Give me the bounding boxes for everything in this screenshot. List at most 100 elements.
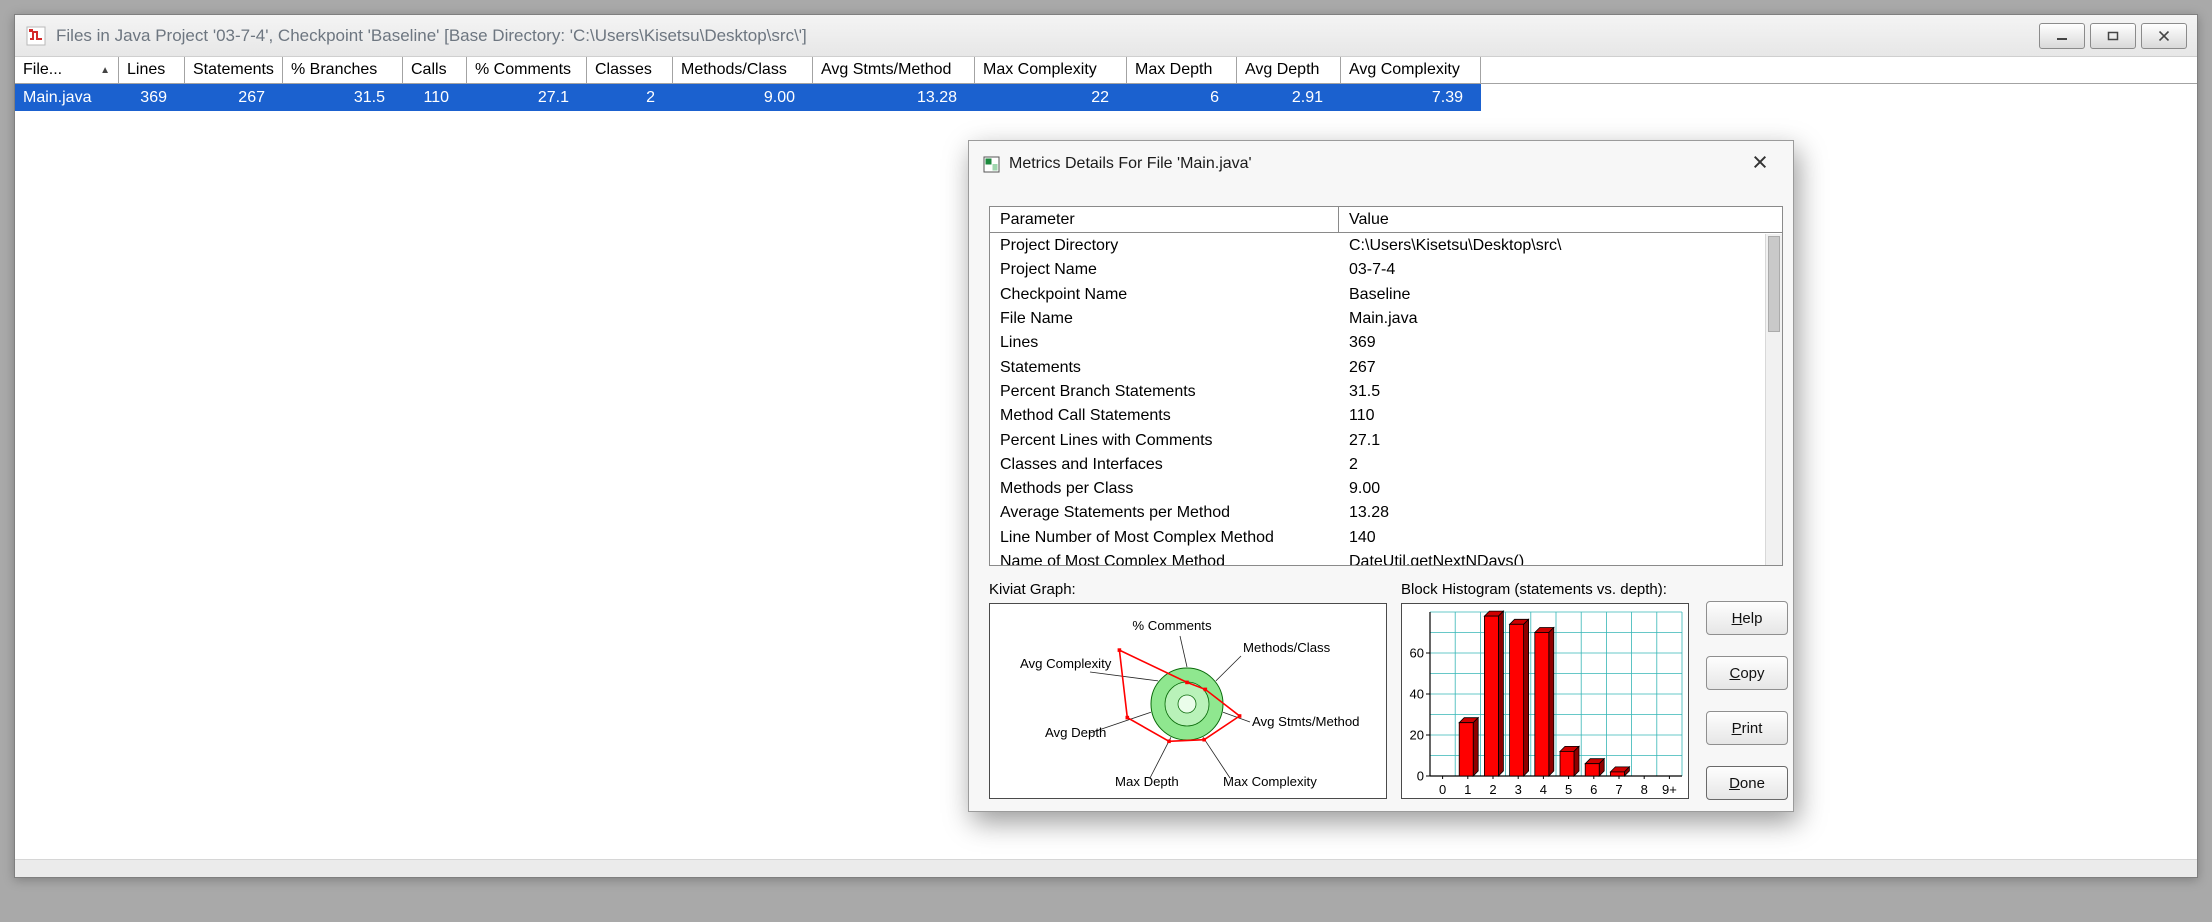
svg-text:3: 3 (1515, 782, 1522, 797)
maximize-button[interactable] (2090, 23, 2136, 49)
column-header[interactable]: Methods/Class (673, 57, 813, 83)
sort-arrow-icon: ▲ (100, 64, 110, 76)
metric-value: Baseline (1349, 285, 1411, 303)
metric-value: 2 (1349, 455, 1358, 473)
metric-parameter: Percent Branch Statements (1000, 382, 1196, 400)
metric-row[interactable]: Lines 369 (990, 331, 1765, 355)
svg-text:Avg Depth: Avg Depth (1045, 725, 1106, 740)
column-header[interactable]: Lines (119, 57, 185, 83)
metric-row[interactable]: Classes and Interfaces 2 (990, 453, 1765, 477)
metric-value-cell: 110 (423, 88, 449, 106)
scrollbar-thumb[interactable] (1768, 236, 1780, 332)
metric-value-cell: 27.1 (537, 88, 569, 106)
metric-row[interactable]: File Name Main.java (990, 307, 1765, 331)
metrics-rows: Project Directory C:\Users\Kisetsu\Deskto… (990, 234, 1765, 565)
column-header[interactable]: Classes (587, 57, 673, 83)
svg-text:8: 8 (1641, 782, 1648, 797)
metric-row[interactable]: Project Directory C:\Users\Kisetsu\Deskto… (990, 234, 1765, 258)
metric-parameter: File Name (1000, 310, 1073, 328)
metric-parameter: Methods per Class (1000, 480, 1134, 498)
help-button[interactable]: Help (1706, 601, 1788, 635)
dialog-titlebar[interactable]: Metrics Details For File 'Main.java' × (969, 141, 1793, 187)
metric-parameter: Checkpoint Name (1000, 285, 1128, 303)
metric-row[interactable]: Project Name 03-7-4 (990, 258, 1765, 282)
dialog-close-icon[interactable]: × (1743, 147, 1777, 179)
metric-row[interactable]: Checkpoint Name Baseline (990, 283, 1765, 307)
metric-value-cell: 13.28 (916, 88, 957, 106)
metric-row[interactable]: Percent Lines with Comments 27.1 (990, 428, 1765, 452)
svg-text:2: 2 (1489, 782, 1496, 797)
metric-row[interactable]: Method Call Statements 110 (990, 404, 1765, 428)
metric-value: 140 (1349, 528, 1376, 546)
svg-text:4: 4 (1540, 782, 1547, 797)
column-header-value[interactable]: Value (1339, 207, 1782, 232)
svg-text:Methods/Class: Methods/Class (1243, 640, 1331, 655)
print-button[interactable]: Print (1706, 711, 1788, 745)
metric-parameter: Average Statements per Method (1000, 504, 1231, 522)
minimize-button[interactable] (2039, 23, 2085, 49)
metric-parameter: Name of Most Complex Method (1000, 553, 1225, 565)
metrics-table-header[interactable]: Parameter Value (990, 207, 1782, 233)
svg-text:20: 20 (1410, 728, 1424, 743)
done-button[interactable]: Done (1706, 766, 1788, 800)
app-titlebar[interactable]: Files in Java Project '03-7-4', Checkpoi… (15, 15, 2197, 57)
metric-value: 110 (1349, 407, 1375, 425)
metric-value-cell: 9.00 (763, 88, 795, 106)
metric-value: Main.java (1349, 310, 1418, 328)
metric-value-cell: 7.39 (1431, 88, 1463, 106)
metric-value-cell: 31.5 (353, 88, 385, 106)
file-table-header: File... ▲ Lines Statements% Branches Calls% … (15, 57, 2197, 84)
column-header[interactable]: Max Depth (1127, 57, 1237, 83)
metric-parameter: Percent Lines with Comments (1000, 431, 1213, 449)
metric-row[interactable]: Line Number of Most Complex Method 140 (990, 526, 1765, 550)
metric-parameter: Project Name (1000, 261, 1097, 279)
metric-parameter: Method Call Statements (1000, 407, 1171, 425)
column-header[interactable]: Avg Stmts/Method (813, 57, 975, 83)
column-header[interactable]: Statements (185, 57, 283, 83)
svg-text:% Comments: % Comments (1132, 618, 1212, 633)
window-controls (2034, 23, 2187, 49)
svg-text:5: 5 (1565, 782, 1572, 797)
svg-text:7: 7 (1615, 782, 1622, 797)
column-header[interactable]: File... ▲ (15, 57, 119, 83)
svg-text:Avg Complexity: Avg Complexity (1020, 656, 1112, 671)
file-name-cell: Main.java (23, 88, 92, 106)
file-table-row[interactable]: Main.java 369 267 31.5 110 27.1 2 9.00 13.28 22 6 2… (15, 84, 1481, 111)
svg-text:6: 6 (1590, 782, 1597, 797)
svg-text:40: 40 (1410, 687, 1424, 702)
dialog-icon (983, 156, 1000, 173)
metric-value-cell: 267 (238, 88, 265, 106)
metric-value-cell: 6 (1210, 88, 1219, 106)
metric-row[interactable]: Percent Branch Statements 31.5 (990, 380, 1765, 404)
metric-value: C:\Users\Kisetsu\Desktop\src\ (1349, 237, 1562, 255)
metric-row[interactable]: Average Statements per Method 13.28 (990, 501, 1765, 525)
column-header[interactable]: Avg Complexity (1341, 57, 1481, 83)
metric-parameter: Classes and Interfaces (1000, 455, 1163, 473)
copy-button[interactable]: Copy (1706, 656, 1788, 690)
column-header[interactable]: Avg Depth (1237, 57, 1341, 83)
window-bottom-frame (15, 859, 2197, 877)
column-header[interactable]: % Branches (283, 57, 403, 83)
desktop: Files in Java Project '03-7-4', Checkpoi… (0, 0, 2212, 922)
metric-value: 369 (1349, 334, 1376, 352)
metric-value-cell: 2.91 (1291, 88, 1323, 106)
close-button[interactable] (2141, 23, 2187, 49)
column-header[interactable]: Calls (403, 57, 467, 83)
metrics-dialog: Metrics Details For File 'Main.java' × P… (968, 140, 1794, 812)
metric-row[interactable]: Statements 267 (990, 355, 1765, 379)
column-header[interactable]: Max Complexity (975, 57, 1127, 83)
svg-text:0: 0 (1417, 769, 1424, 784)
metric-row[interactable]: Methods per Class 9.00 (990, 477, 1765, 501)
metric-row[interactable]: Name of Most Complex Method DateUtil.getN… (990, 550, 1765, 565)
app-title: Files in Java Project '03-7-4', Checkpoi… (56, 25, 807, 45)
metric-value-cell: 369 (140, 88, 167, 106)
dialog-scrollbar[interactable] (1765, 234, 1782, 565)
metric-value: 03-7-4 (1349, 261, 1396, 279)
column-header-parameter[interactable]: Parameter (990, 207, 1339, 232)
column-header[interactable]: % Comments (467, 57, 587, 83)
svg-text:1: 1 (1464, 782, 1471, 797)
svg-text:60: 60 (1410, 646, 1424, 661)
metric-value: 31.5 (1349, 382, 1381, 400)
kiviat-chart: % Comments Methods/Class Avg Stmts/Method M… (1020, 618, 1360, 789)
metric-value-cell: 2 (646, 88, 655, 106)
